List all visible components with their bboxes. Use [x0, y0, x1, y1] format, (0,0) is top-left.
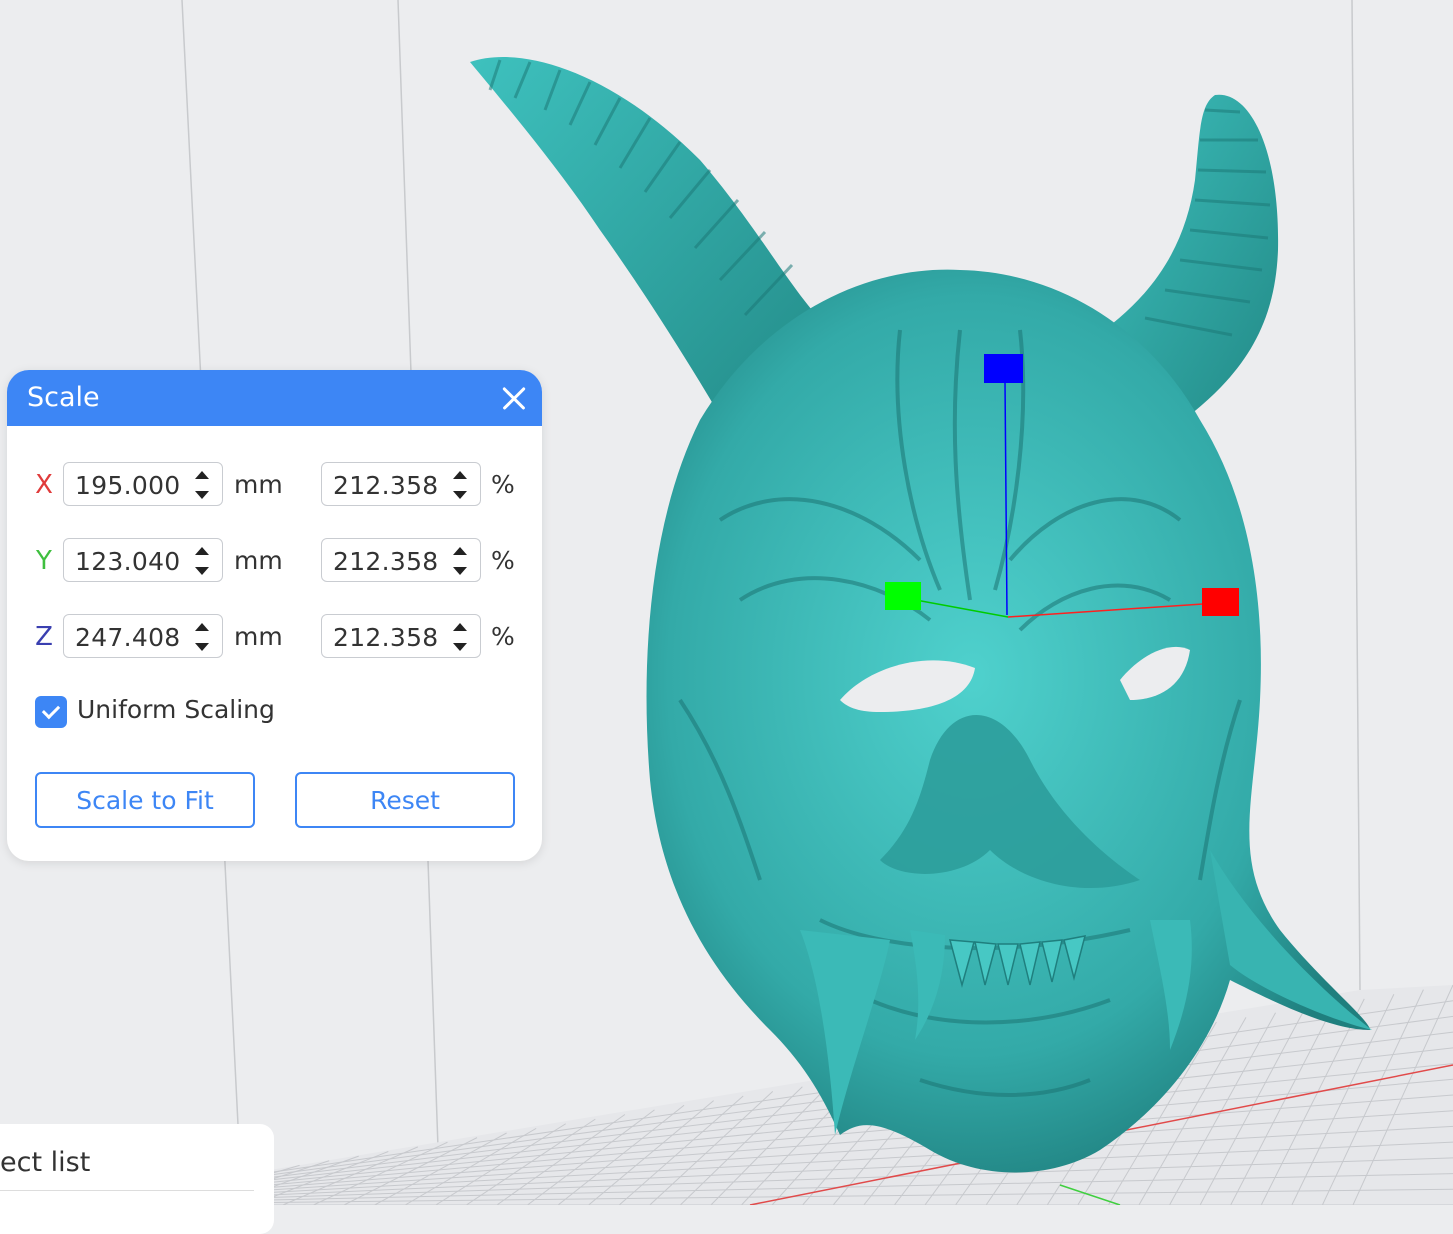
- scale-dialog: Scale X 195.000 mm 212.358 % Y 123.040 m…: [7, 370, 542, 861]
- arrow-down-icon[interactable]: [453, 567, 467, 575]
- gizmo-z-handle[interactable]: [984, 354, 1023, 383]
- z-percent-unit: %: [491, 622, 515, 651]
- object-list-divider: [0, 1190, 254, 1191]
- scale-row-x: X 195.000 mm 212.358 %: [7, 462, 542, 510]
- arrow-up-icon[interactable]: [195, 547, 209, 555]
- uniform-scaling-label[interactable]: Uniform Scaling: [77, 695, 275, 724]
- arrow-up-icon[interactable]: [453, 471, 467, 479]
- scale-row-z: Z 247.408 mm 212.358 %: [7, 614, 542, 662]
- object-list-panel: ect list: [0, 1124, 274, 1234]
- y-percent-value: 212.358: [333, 547, 439, 576]
- y-percent-unit: %: [491, 546, 515, 575]
- x-size-unit: mm: [234, 470, 283, 499]
- x-size-input[interactable]: 195.000: [63, 462, 223, 506]
- arrow-down-icon[interactable]: [195, 567, 209, 575]
- uniform-scaling-checkbox[interactable]: [35, 696, 67, 728]
- z-size-value: 247.408: [75, 623, 181, 652]
- arrow-up-icon[interactable]: [453, 623, 467, 631]
- close-icon[interactable]: [500, 384, 528, 412]
- y-percent-input[interactable]: 212.358: [321, 538, 481, 582]
- y-size-input[interactable]: 123.040: [63, 538, 223, 582]
- z-size-input[interactable]: 247.408: [63, 614, 223, 658]
- scale-to-fit-button[interactable]: Scale to Fit: [35, 772, 255, 828]
- z-size-stepper[interactable]: [193, 621, 211, 653]
- dialog-title: Scale: [27, 382, 100, 413]
- x-size-value: 195.000: [75, 471, 181, 500]
- arrow-down-icon[interactable]: [453, 643, 467, 651]
- z-size-unit: mm: [234, 622, 283, 651]
- y-size-value: 123.040: [75, 547, 181, 576]
- axis-label-z: Z: [35, 622, 53, 652]
- x-size-stepper[interactable]: [193, 469, 211, 501]
- x-percent-unit: %: [491, 470, 515, 499]
- arrow-down-icon[interactable]: [195, 491, 209, 499]
- x-percent-value: 212.358: [333, 471, 439, 500]
- gizmo-x-handle[interactable]: [1202, 588, 1239, 616]
- arrow-down-icon[interactable]: [453, 491, 467, 499]
- z-percent-input[interactable]: 212.358: [321, 614, 481, 658]
- axis-label-x: X: [35, 470, 53, 500]
- x-percent-input[interactable]: 212.358: [321, 462, 481, 506]
- z-percent-stepper[interactable]: [451, 621, 469, 653]
- scale-row-y: Y 123.040 mm 212.358 %: [7, 538, 542, 586]
- z-percent-value: 212.358: [333, 623, 439, 652]
- arrow-up-icon[interactable]: [195, 623, 209, 631]
- scale-dialog-header[interactable]: Scale: [7, 370, 542, 426]
- axis-label-y: Y: [36, 546, 52, 576]
- y-size-unit: mm: [234, 546, 283, 575]
- reset-button[interactable]: Reset: [295, 772, 515, 828]
- y-percent-stepper[interactable]: [451, 545, 469, 577]
- arrow-up-icon[interactable]: [453, 547, 467, 555]
- arrow-up-icon[interactable]: [195, 471, 209, 479]
- x-percent-stepper[interactable]: [451, 469, 469, 501]
- y-size-stepper[interactable]: [193, 545, 211, 577]
- object-list-title[interactable]: ect list: [0, 1147, 90, 1178]
- gizmo-y-handle[interactable]: [885, 582, 921, 610]
- arrow-down-icon[interactable]: [195, 643, 209, 651]
